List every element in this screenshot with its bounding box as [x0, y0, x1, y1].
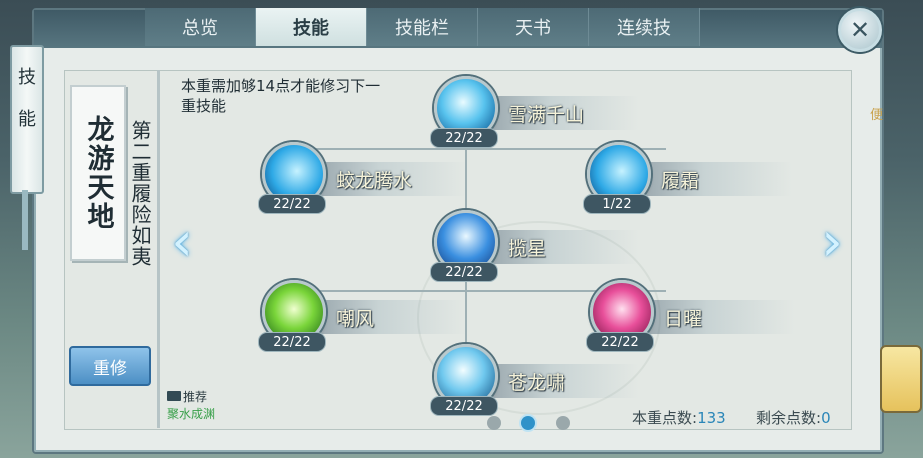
recommend-label: 推荐 — [167, 388, 207, 405]
next-page-arrow[interactable]: › — [818, 214, 846, 270]
remaining-points-label: 剩余点数: — [756, 409, 822, 427]
skill-level: 1/22 — [583, 194, 651, 214]
skill-name: 揽星 — [508, 237, 547, 260]
skill-name: 履霜 — [661, 169, 700, 192]
tab-skills[interactable]: 技能 — [256, 8, 367, 46]
skill-level: 22/22 — [430, 262, 498, 282]
close-button[interactable]: ✕ — [838, 8, 882, 52]
side-scroll-char: 技 — [18, 67, 36, 88]
school-name-card: 龙游天地 — [70, 85, 126, 261]
skill-node[interactable]: 雪满千山 22/22 — [430, 76, 664, 148]
lantern-decoration — [880, 345, 922, 413]
tier-points-label: 本重点数: — [632, 409, 698, 427]
tier-points-value: 133 — [697, 409, 726, 427]
book-icon — [167, 391, 181, 401]
recommend-text: 推荐 — [183, 390, 208, 404]
remaining-points: 剩余点数:0 — [756, 407, 831, 428]
skill-name: 雪满千山 — [508, 103, 585, 126]
skill-level: 22/22 — [586, 332, 654, 352]
tier-requirement-tip: 本重需加够14点才能修习下一重技能 — [181, 77, 381, 115]
side-scroll-char: 能 — [18, 109, 36, 130]
skill-node[interactable]: 履霜 1/22 — [583, 142, 792, 214]
tab-combo[interactable]: 连续技 — [589, 8, 700, 46]
skill-level: 22/22 — [430, 128, 498, 148]
edge-partial-text: 便 — [870, 108, 884, 123]
side-scroll-label: 技 能 — [10, 45, 44, 194]
tier-points: 本重点数:133 — [632, 407, 726, 428]
close-icon: ✕ — [849, 16, 871, 44]
page-dot[interactable] — [556, 416, 570, 430]
skill-node[interactable]: 揽星 22/22 — [430, 210, 664, 282]
skill-level: 22/22 — [258, 194, 326, 214]
skill-node[interactable]: 嘲风 22/22 — [258, 280, 492, 352]
skill-name: 日曜 — [664, 307, 703, 330]
tab-bar: 总览 技能 技能栏 天书 连续技 — [145, 8, 700, 46]
skill-name: 蛟龙腾水 — [336, 169, 413, 192]
recommend-build[interactable]: 聚水成渊 — [167, 405, 215, 422]
tab-tianshu[interactable]: 天书 — [478, 8, 589, 46]
school-name: 龙游天地 — [82, 115, 114, 231]
skill-level: 22/22 — [430, 396, 498, 416]
remaining-points-value: 0 — [821, 409, 831, 427]
page-dot-active[interactable] — [521, 416, 535, 430]
tab-overview[interactable]: 总览 — [145, 8, 256, 46]
page-dot[interactable] — [487, 416, 501, 430]
skill-node[interactable]: 日曜 22/22 — [586, 280, 795, 352]
tab-skill-bar[interactable]: 技能栏 — [367, 8, 478, 46]
skill-level: 22/22 — [258, 332, 326, 352]
reset-skills-button[interactable]: 重修 — [69, 346, 151, 386]
divider — [157, 70, 160, 428]
skill-name: 苍龙啸 — [508, 371, 566, 394]
prev-page-arrow[interactable]: ‹ — [168, 214, 196, 270]
tassel-decoration — [22, 190, 28, 250]
skill-node[interactable]: 苍龙啸 22/22 — [430, 344, 664, 416]
tier-title: 第二重履险如夷 — [128, 120, 152, 267]
skill-name: 嘲风 — [336, 307, 375, 330]
skill-node[interactable]: 蛟龙腾水 22/22 — [258, 142, 492, 214]
